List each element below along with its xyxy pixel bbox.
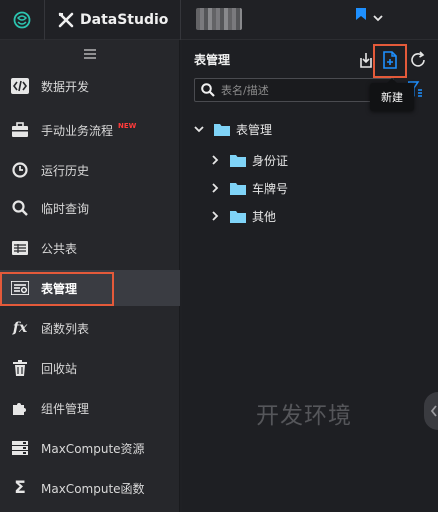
chevron-right-icon[interactable] — [208, 211, 222, 221]
workspace-selector[interactable] — [196, 8, 242, 30]
chevron-left-icon — [430, 405, 437, 417]
sidebar-item-label: 数据开发 — [41, 79, 90, 94]
chevron-down-icon[interactable] — [192, 125, 206, 133]
tree-folder[interactable]: 车牌号 — [208, 176, 288, 200]
tools-icon — [58, 12, 74, 28]
table-icon — [10, 238, 30, 258]
brand-name: DataStudio — [80, 12, 169, 28]
search-input[interactable] — [221, 83, 371, 97]
server-icon — [10, 438, 30, 458]
briefcase-icon — [10, 120, 30, 140]
sidebar-item-label: 回收站 — [41, 361, 78, 376]
fx-icon: fx — [12, 320, 28, 336]
sidebar-item-run-history[interactable]: 运行历史 — [0, 152, 180, 188]
sidebar-item-adhoc-query[interactable]: 临时查询 — [0, 190, 180, 226]
tree-root[interactable]: 表管理 — [192, 117, 272, 141]
import-icon[interactable] — [356, 50, 376, 70]
table-management-panel: 表管理 新建 表管理 身份证 — [182, 40, 438, 512]
sidebar-item-label: 组件管理 — [41, 401, 90, 416]
sidebar-item-label: 表管理 — [41, 281, 78, 296]
sidebar-item-manual-flow[interactable]: 手动业务流程 NEW — [0, 112, 180, 148]
brand[interactable]: DataStudio — [58, 0, 168, 40]
folder-icon — [230, 154, 246, 167]
tree-root-label: 表管理 — [236, 122, 273, 137]
sidebar-item-label: 运行历史 — [41, 163, 90, 178]
sidebar-item-functions[interactable]: fx 函数列表 — [0, 310, 180, 346]
top-bar: DataStudio — [0, 0, 438, 40]
sidebar-item-data-dev[interactable]: 数据开发 — [0, 68, 180, 104]
sidebar-item-label: 手动业务流程 — [41, 123, 114, 138]
folder-icon — [230, 182, 246, 195]
sidebar-item-table-management[interactable]: 表管理 — [0, 270, 180, 306]
chevron-right-icon[interactable] — [208, 183, 222, 193]
tree-folder[interactable]: 身份证 — [208, 148, 288, 172]
panel-collapse-handle[interactable] — [424, 392, 438, 430]
menu-collapse-icon[interactable] — [0, 40, 179, 68]
search-icon — [10, 198, 30, 218]
chevron-right-icon[interactable] — [208, 155, 222, 165]
sidebar-item-label: 公共表 — [41, 241, 78, 256]
app-logo-icon[interactable] — [0, 0, 44, 40]
sidebar-item-recycle-bin[interactable]: 回收站 — [0, 350, 180, 386]
new-table-icon[interactable] — [380, 50, 400, 70]
sidebar-item-components[interactable]: 组件管理 — [0, 390, 180, 426]
tree-folder-label: 车牌号 — [252, 181, 289, 196]
chevron-down-icon[interactable] — [372, 13, 384, 23]
sidebar-item-public-table[interactable]: 公共表 — [0, 230, 180, 266]
search-box[interactable] — [194, 78, 394, 102]
panel-title: 表管理 — [194, 53, 231, 67]
bookmark-icon[interactable] — [356, 8, 366, 20]
trash-icon — [10, 358, 30, 378]
search-icon — [201, 83, 215, 97]
folder-icon — [214, 123, 230, 136]
code-icon — [10, 76, 30, 96]
refresh-icon[interactable] — [408, 50, 428, 70]
tree-folder-label: 身份证 — [252, 153, 289, 168]
new-tooltip: 新建 — [370, 78, 414, 111]
folder-icon — [230, 210, 246, 223]
new-badge: NEW — [118, 122, 137, 130]
sidebar: 数据开发 手动业务流程 NEW 运行历史 临时查询 公共表 表管理 fx 函数列… — [0, 40, 180, 512]
sidebar-item-label: MaxCompute资源 — [41, 441, 145, 456]
sidebar-item-maxcompute-functions[interactable]: Σ MaxCompute函数 — [0, 470, 180, 506]
puzzle-icon — [10, 398, 30, 418]
sigma-icon: Σ — [14, 478, 26, 498]
sidebar-item-label: 临时查询 — [41, 201, 90, 216]
table-manage-icon — [10, 278, 30, 298]
tree-folder[interactable]: 其他 — [208, 204, 276, 228]
environment-watermark: 开发环境 — [256, 403, 352, 429]
sidebar-item-maxcompute-resources[interactable]: MaxCompute资源 — [0, 430, 180, 466]
clock-icon — [10, 160, 30, 180]
sidebar-item-label: MaxCompute函数 — [41, 481, 145, 496]
tree-folder-label: 其他 — [252, 209, 277, 224]
sidebar-item-label: 函数列表 — [41, 321, 90, 336]
